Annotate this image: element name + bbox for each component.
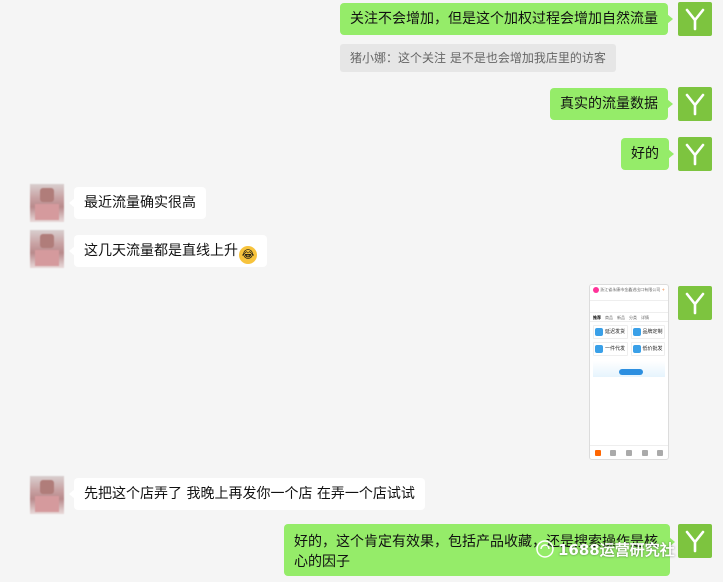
service-cell: 低价批发 bbox=[630, 342, 665, 356]
laughing-emoji-icon: 😂 bbox=[239, 246, 257, 264]
category-icon bbox=[610, 449, 617, 456]
message-bubble-received[interactable]: 先把这个店弄了 我晚上再发你一个店 在弄一个店试试 bbox=[69, 478, 425, 510]
y-logo-icon bbox=[685, 8, 705, 31]
banner bbox=[593, 361, 665, 377]
watermark: 1688运营研究社 bbox=[536, 538, 675, 562]
store-header: 浙江省永康市金鑫进出口有限公司 + bbox=[590, 285, 668, 301]
wechat-official-account-icon bbox=[536, 540, 554, 558]
message-bubble-received[interactable]: 这几天流量都是直线上升 😂 bbox=[69, 235, 267, 267]
shield-icon bbox=[595, 328, 603, 336]
avatar[interactable] bbox=[678, 137, 712, 171]
message-bubble-sent[interactable]: 关注不会增加，但是这个加权过程会增加自然流量 bbox=[340, 3, 673, 35]
store-name: 浙江省永康市金鑫进出口有限公司 bbox=[600, 287, 661, 292]
service-label: 品牌定制 bbox=[642, 328, 663, 335]
service-label: 低价批发 bbox=[642, 345, 663, 352]
y-logo-icon bbox=[685, 292, 705, 315]
follow-badge: + bbox=[661, 287, 665, 292]
message-bubble-sent[interactable]: 真实的流量数据 bbox=[550, 88, 673, 120]
store-tab: 分类 bbox=[629, 315, 637, 320]
message-bubble-sent[interactable]: 好的 bbox=[621, 138, 674, 170]
avatar[interactable] bbox=[30, 230, 64, 268]
description-text bbox=[590, 379, 668, 417]
store-logo-icon bbox=[593, 287, 599, 293]
store-tab: 详情 bbox=[641, 315, 649, 320]
service-label: 延迟发货 bbox=[605, 328, 626, 335]
avatar[interactable] bbox=[30, 184, 64, 222]
service-cell: 延迟发货 bbox=[593, 325, 628, 339]
home-icon bbox=[594, 449, 601, 456]
avatar[interactable] bbox=[30, 476, 64, 514]
y-logo-icon bbox=[685, 93, 705, 116]
store-tab: 新品 bbox=[617, 315, 625, 320]
y-logo-icon bbox=[685, 143, 705, 166]
service-label: 一件代发 bbox=[605, 345, 626, 352]
yuan-icon bbox=[595, 345, 603, 353]
message-bubble-received[interactable]: 最近流量确实很高 bbox=[69, 187, 206, 219]
message-text: 这几天流量都是直线上升 bbox=[84, 243, 238, 259]
banner-button bbox=[619, 369, 643, 375]
y-logo-icon bbox=[685, 530, 705, 553]
image-message[interactable]: 浙江省永康市金鑫进出口有限公司 + 推荐 商品 新品 分类 详情 延迟发货 品牌… bbox=[589, 284, 669, 460]
service-cell: 品牌定制 bbox=[630, 325, 665, 339]
store-tab: 商品 bbox=[605, 315, 613, 320]
watermark-text: 1688运营研究社 bbox=[558, 541, 675, 559]
profile-icon bbox=[657, 449, 664, 456]
store-stats bbox=[590, 301, 668, 313]
lightning-icon bbox=[632, 345, 641, 353]
store-tabs: 推荐 商品 新品 分类 详情 bbox=[590, 313, 668, 322]
avatar[interactable] bbox=[678, 524, 712, 558]
store-tab: 推荐 bbox=[593, 315, 601, 320]
quoted-message: 猪小娜：这个关注 是不是也会增加我店里的访客 bbox=[340, 44, 616, 72]
message-icon bbox=[641, 449, 648, 456]
service-grid: 延迟发货 品牌定制 一件代发 低价批发 bbox=[590, 322, 668, 359]
avatar[interactable] bbox=[678, 286, 712, 320]
cart-icon bbox=[625, 449, 632, 456]
bottom-nav bbox=[590, 445, 668, 459]
avatar[interactable] bbox=[678, 2, 712, 36]
service-cell: 一件代发 bbox=[593, 342, 628, 356]
phone-icon bbox=[632, 328, 641, 336]
avatar[interactable] bbox=[678, 87, 712, 121]
